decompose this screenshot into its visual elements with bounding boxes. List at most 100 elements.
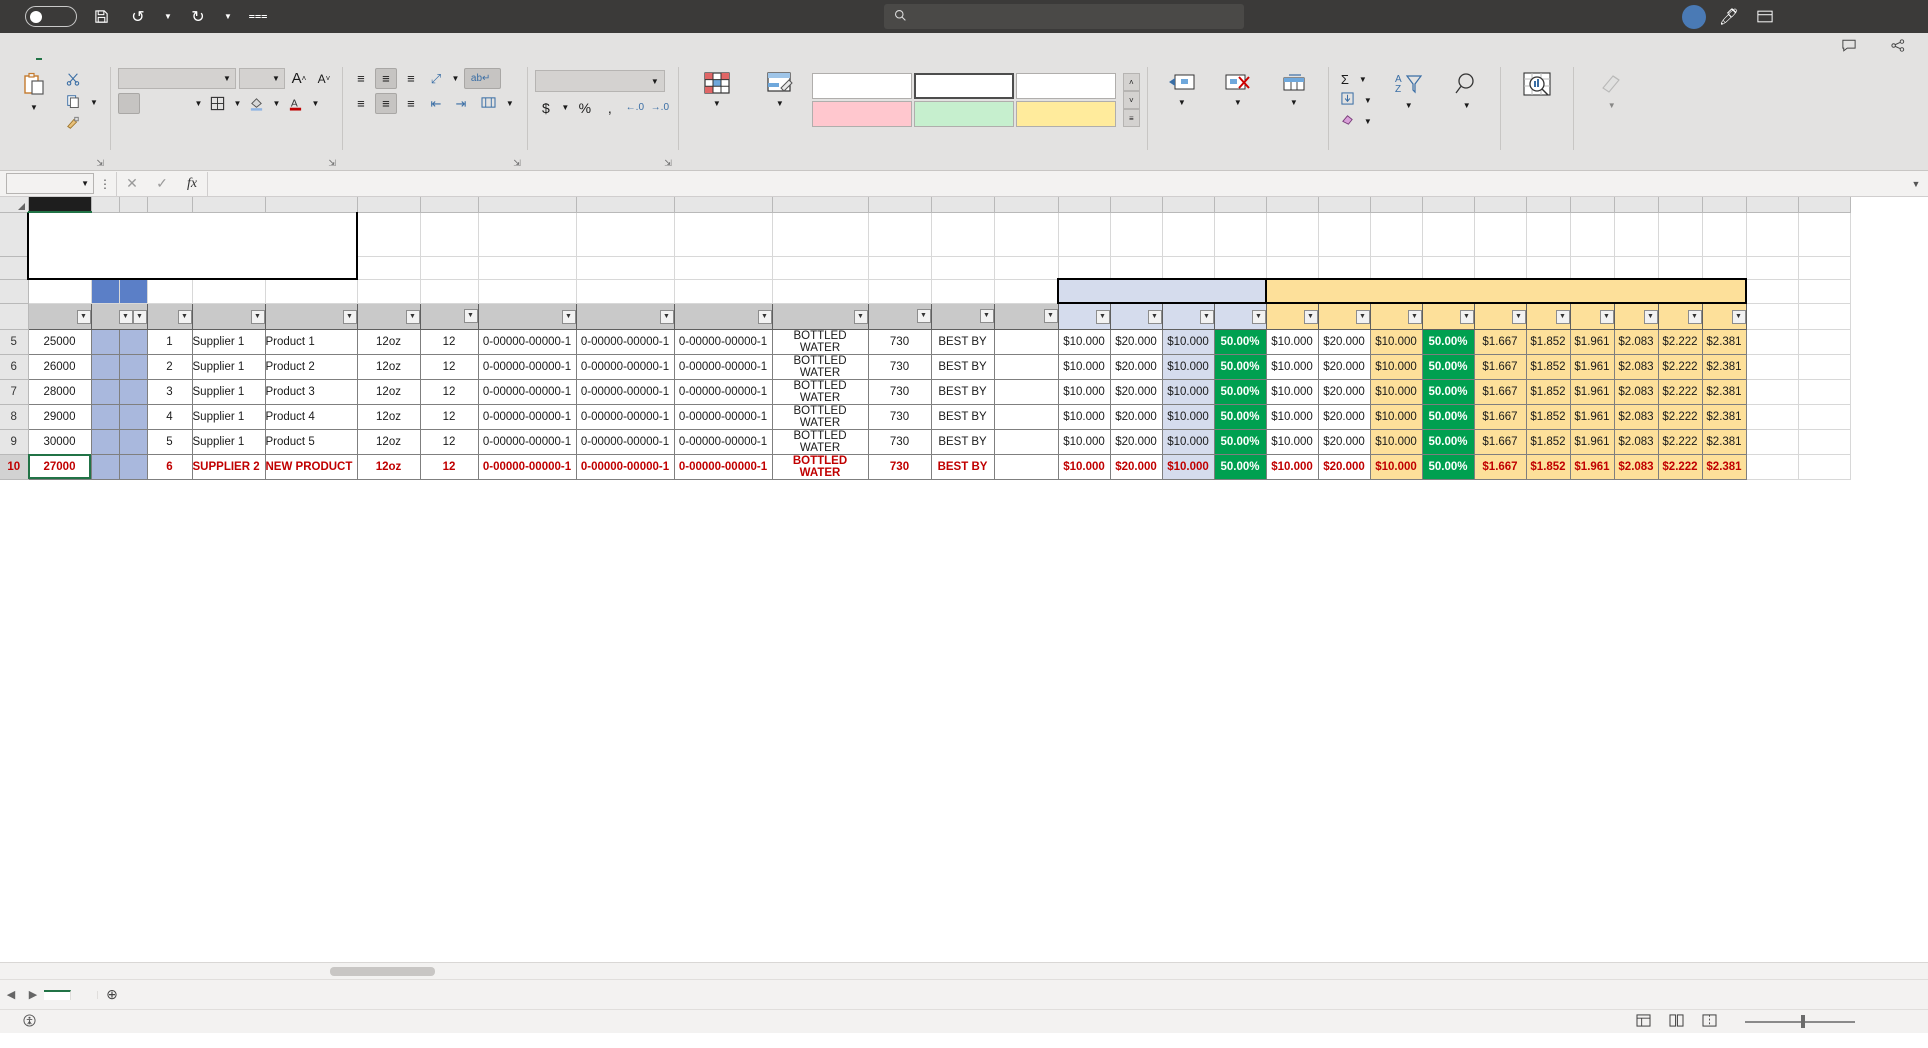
cell-status-fob-row-5[interactable]: [90, 328, 120, 355]
cell-I3[interactable]: [478, 279, 577, 304]
cell-retail-upc-row-8[interactable]: 0-00000-00000-1: [575, 403, 675, 430]
filter-icon[interactable]: ▼: [118, 309, 133, 324]
cell-april-flp-row-9[interactable]: $20.000: [1317, 428, 1371, 455]
cell-product-number-row-6[interactable]: 26000: [27, 353, 92, 380]
cell-U1[interactable]: [1318, 212, 1371, 257]
filter-icon[interactable]: ▼: [1251, 309, 1266, 324]
cell-AD2[interactable]: [1746, 256, 1799, 280]
header-markup-20[interactable]: ▼: [1613, 302, 1659, 330]
header-shelf-life[interactable]: ▼: [867, 302, 932, 330]
avatar[interactable]: [1682, 4, 1706, 29]
close-button[interactable]: [1884, 0, 1922, 33]
cell-unit-price-row-7[interactable]: $1.667: [1473, 378, 1527, 405]
copy-button[interactable]: ▼: [61, 93, 103, 112]
cut-button[interactable]: [61, 71, 103, 90]
cell-AE10[interactable]: [1798, 454, 1851, 480]
fat-chevron-down-icon[interactable]: ▼: [776, 99, 784, 108]
cell-V1[interactable]: [1370, 212, 1423, 257]
column-header-P[interactable]: [1058, 197, 1111, 213]
cell-H3[interactable]: [420, 279, 479, 304]
clear-chevron-down-icon[interactable]: ▼: [1364, 117, 1372, 126]
accessibility-status[interactable]: [23, 1013, 41, 1030]
cell-unit-price-row-9[interactable]: $1.667: [1473, 428, 1527, 455]
cell-markup-10-row-6[interactable]: $1.852: [1525, 353, 1571, 380]
cell-AE2[interactable]: [1798, 256, 1851, 280]
cell-april-gp-dollar-row-7[interactable]: $10.000: [1369, 378, 1423, 405]
cell-AC1[interactable]: [1702, 212, 1747, 257]
cell-status-fob-row-10[interactable]: [90, 453, 120, 480]
cell-supplier-row-5[interactable]: Supplier 1: [191, 328, 266, 355]
cell-april-fob-row-8[interactable]: $10.000: [1265, 403, 1319, 430]
cell-markup-15-row-10[interactable]: $1.961: [1569, 453, 1615, 480]
cell-unit-per-case-row-9[interactable]: 12: [419, 428, 479, 455]
band-header-april[interactable]: [1265, 278, 1747, 304]
cell-case-upc-row-7[interactable]: 0-00000-00000-1: [477, 378, 577, 405]
cell-markup-25-row-10[interactable]: $2.222: [1657, 453, 1703, 480]
cell-status-fob-row-9[interactable]: [90, 428, 120, 455]
filter-icon[interactable]: ▼: [342, 309, 357, 324]
cell-product-number-row-10[interactable]: 27000: [27, 453, 92, 480]
cell-I2[interactable]: [478, 256, 577, 280]
format-as-table-button[interactable]: ▼: [752, 68, 808, 108]
cell-X1[interactable]: [1474, 212, 1527, 257]
cell-retail-upc-row-9[interactable]: 0-00000-00000-1: [575, 428, 675, 455]
cell-L2[interactable]: [772, 256, 869, 280]
undo-icon[interactable]: ↺: [125, 4, 151, 30]
cell-R2[interactable]: [1162, 256, 1215, 280]
increase-indent-icon[interactable]: ⇥: [450, 93, 472, 114]
cell-AC2[interactable]: [1702, 256, 1747, 280]
cell-W1[interactable]: [1422, 212, 1475, 257]
tab-page-layout[interactable]: [78, 51, 104, 61]
cell-pdcn-row-8[interactable]: 4: [146, 403, 193, 430]
delete-chevron-down-icon[interactable]: ▼: [1234, 98, 1242, 107]
cell-unit-upc-row-9[interactable]: 0-00000-00000-1: [673, 428, 773, 455]
cell-AE9[interactable]: [1798, 429, 1851, 455]
align-right-icon[interactable]: ≡: [400, 93, 422, 114]
cell-M2[interactable]: [868, 256, 932, 280]
underline-chevron-down-icon[interactable]: ▼: [193, 93, 204, 114]
pen-icon[interactable]: 🖊: [1716, 4, 1742, 30]
cell-AE7[interactable]: [1798, 379, 1851, 405]
cell-D3[interactable]: [147, 279, 193, 304]
header-product-number[interactable]: ▼: [27, 302, 92, 330]
column-header-C[interactable]: [119, 197, 148, 213]
filter-icon[interactable]: ▼: [1643, 309, 1658, 324]
column-header-V[interactable]: [1370, 197, 1423, 213]
updated-label[interactable]: [192, 279, 266, 304]
filter-icon[interactable]: ▼: [1147, 309, 1162, 324]
cell-markup-20-row-7[interactable]: $2.083: [1613, 378, 1659, 405]
cell-april-flp-row-10[interactable]: $20.000: [1317, 453, 1371, 480]
column-header-B[interactable]: [91, 197, 120, 213]
legend-flp[interactable]: [119, 279, 148, 304]
row-header-10[interactable]: 10: [0, 454, 29, 480]
cell-unit-price-row-8[interactable]: $1.667: [1473, 403, 1527, 430]
column-header-R[interactable]: [1162, 197, 1215, 213]
filter-icon[interactable]: ▼: [659, 309, 674, 324]
cell-G3[interactable]: [357, 279, 421, 304]
expand-formula-bar-icon[interactable]: ▼: [1904, 179, 1928, 189]
delete-cells-button[interactable]: ▼: [1211, 68, 1265, 107]
cell-markup-20-row-10[interactable]: $2.083: [1613, 453, 1659, 480]
cell-status-flp-row-8[interactable]: [118, 403, 148, 430]
filter-icon[interactable]: ▼: [916, 309, 931, 323]
cell-march-gp-dollar-row-7[interactable]: $10.000: [1161, 378, 1215, 405]
cell-shelf-life-row-7[interactable]: 730: [867, 378, 932, 405]
cell-R1[interactable]: [1162, 212, 1215, 257]
bold-button[interactable]: [117, 93, 140, 114]
cell-L1[interactable]: [772, 212, 869, 257]
cell-package-row-5[interactable]: 12oz: [356, 328, 421, 355]
cell-markup-25-row-9[interactable]: $2.222: [1657, 428, 1703, 455]
cell-pdcn-row-7[interactable]: 3: [146, 378, 193, 405]
increase-decimal-icon[interactable]: ←.0: [624, 97, 646, 118]
filter-icon[interactable]: ▼: [1555, 309, 1570, 324]
cell-retail-upc-row-5[interactable]: 0-00000-00000-1: [575, 328, 675, 355]
ribbon-display-options-icon[interactable]: [1752, 4, 1778, 30]
cell-april-gp-percent-row-6[interactable]: 50.00%: [1421, 353, 1475, 380]
column-header-AC[interactable]: [1702, 197, 1747, 213]
cell-april-gp-dollar-row-9[interactable]: $10.000: [1369, 428, 1423, 455]
cell-march-gp-percent-row-8[interactable]: 50.00%: [1213, 403, 1267, 430]
cell-april-gp-dollar-row-10[interactable]: $10.000: [1369, 453, 1423, 480]
cell-march-gp-percent-row-7[interactable]: 50.00%: [1213, 378, 1267, 405]
cell-H1[interactable]: [420, 212, 479, 257]
header-markup-10[interactable]: ▼: [1525, 302, 1571, 330]
